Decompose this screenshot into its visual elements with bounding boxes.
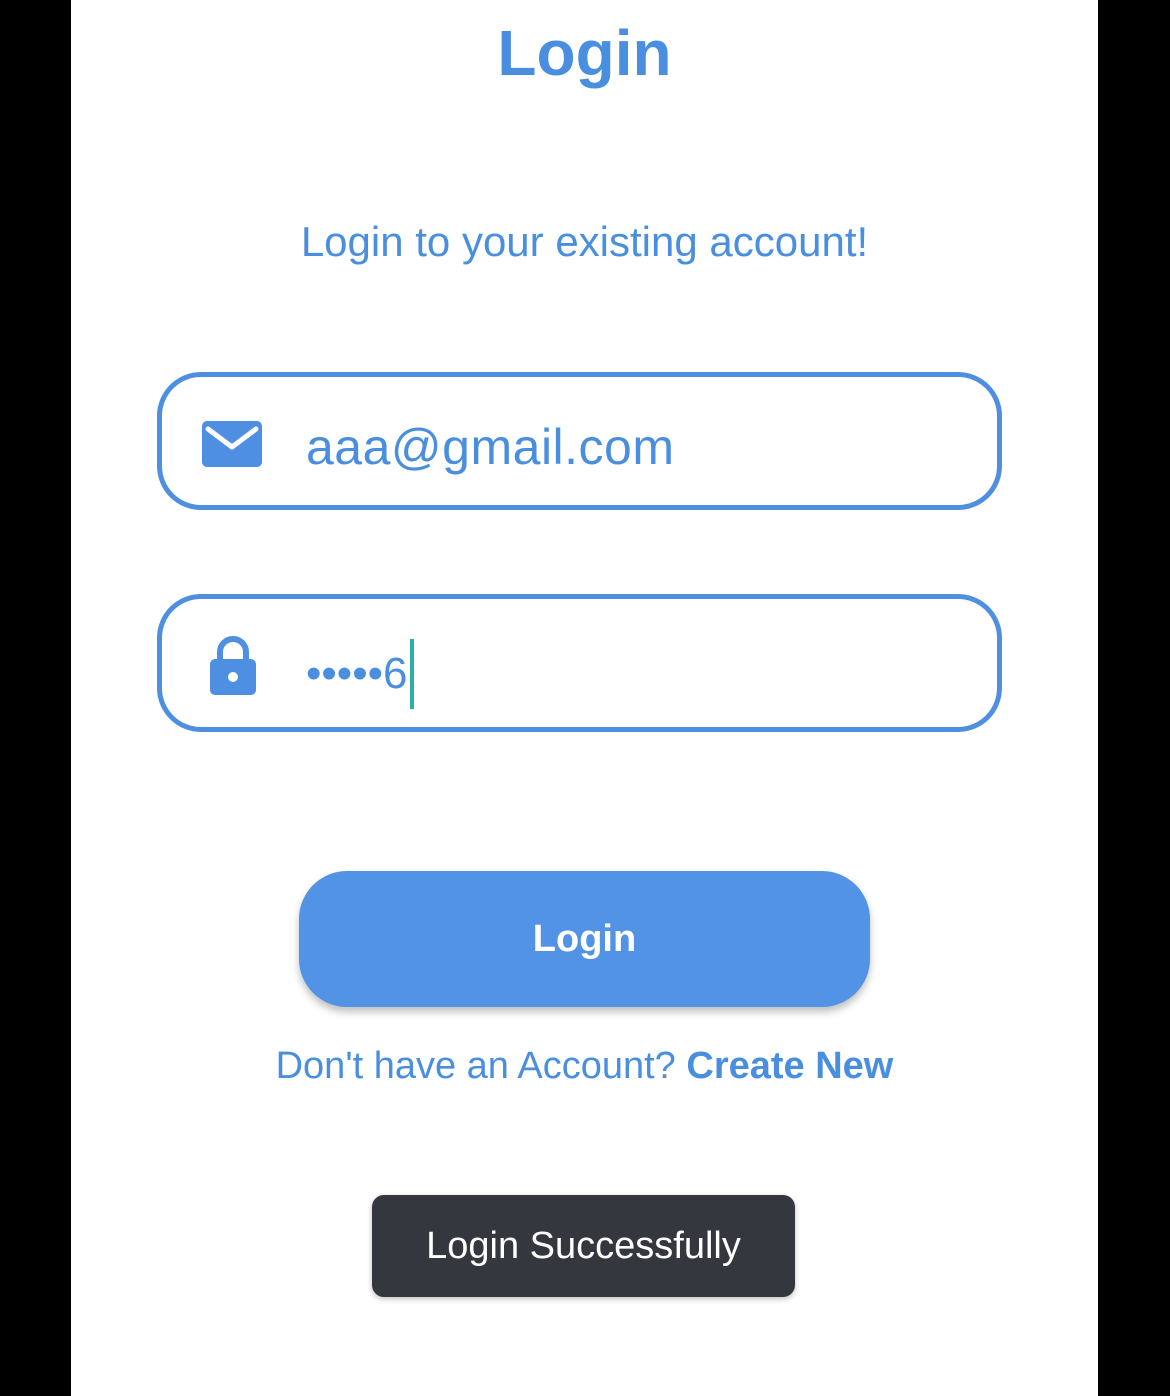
signup-prompt: Don't have an Account? xyxy=(275,1045,676,1087)
email-value[interactable]: aaa@gmail.com xyxy=(306,417,675,477)
page-subtitle: Login to your existing account! xyxy=(300,218,869,265)
create-new-link[interactable]: Create New xyxy=(686,1045,893,1087)
password-field[interactable]: •••••6 xyxy=(157,594,1002,732)
login-button[interactable]: Login xyxy=(299,871,870,1007)
lock-icon xyxy=(208,635,258,697)
text-caret xyxy=(409,639,414,709)
page-title: Login xyxy=(497,17,672,89)
signup-prompt-line: Don't have an Account? Create New xyxy=(71,1040,1098,1092)
password-value[interactable]: •••••6 xyxy=(306,644,408,704)
mail-icon xyxy=(202,419,262,471)
login-screen: Login Login to your existing account! aa… xyxy=(71,0,1098,1396)
email-field[interactable]: aaa@gmail.com xyxy=(157,372,1002,510)
toast-message: Login Successfully xyxy=(372,1195,795,1297)
password-value-wrap[interactable]: •••••6 xyxy=(306,639,414,709)
